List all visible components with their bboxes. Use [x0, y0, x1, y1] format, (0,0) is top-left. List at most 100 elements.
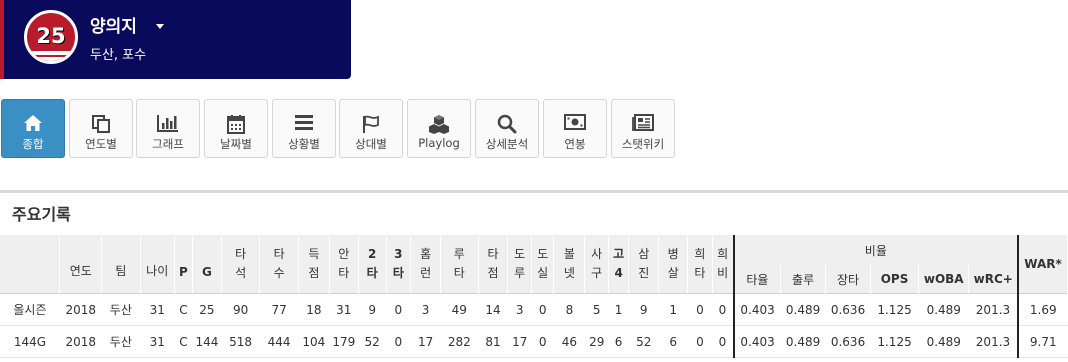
- table-cell: 8: [553, 293, 585, 326]
- table-cell: 444: [259, 325, 299, 358]
- calendar-icon: [205, 114, 267, 134]
- table-cell: 두산: [101, 325, 141, 358]
- col-header: 팀: [101, 235, 141, 294]
- col-header: 연도: [59, 235, 103, 294]
- nav-by-year[interactable]: 연도별: [69, 99, 133, 158]
- player-name[interactable]: 양의지: [90, 12, 137, 37]
- table-cell: 0: [531, 293, 554, 326]
- table-cell: 3: [507, 293, 532, 326]
- table-cell: 29: [584, 325, 609, 358]
- table-cell: 6: [658, 325, 688, 358]
- col-header: 병살: [658, 235, 689, 294]
- col-header: OPS: [870, 265, 920, 294]
- nav-label: Playlog: [418, 136, 460, 150]
- nav-salary[interactable]: 연봉: [543, 99, 607, 158]
- home-icon: [2, 114, 64, 134]
- nav-graph[interactable]: 그래프: [136, 99, 200, 158]
- nav-summary[interactable]: 종합: [1, 99, 65, 158]
- list-icon: [273, 114, 335, 134]
- bar-chart-icon: [137, 114, 199, 134]
- ratio-group-header: 비율: [732, 235, 1019, 265]
- table-cell: 179: [329, 325, 359, 358]
- money-icon: [544, 114, 606, 134]
- newspaper-icon: [612, 114, 674, 134]
- table-cell: 25: [192, 293, 222, 326]
- col-header: 삼진: [628, 235, 660, 294]
- table-cell: 6: [608, 325, 629, 358]
- table-cell: 282: [440, 325, 478, 358]
- row-label-cell: 144G: [0, 325, 60, 358]
- table-cell: C: [174, 325, 193, 358]
- stats-table: 연도 팀 나이 P G 타석 타수 득점 안타 2타 3타 홈런 루타 타점 도…: [0, 235, 1068, 358]
- table-cell: 0: [687, 293, 713, 326]
- table-cell: 1.125: [870, 293, 919, 326]
- col-header: 타석: [221, 235, 261, 294]
- col-header: 홈런: [410, 235, 442, 294]
- table-cell: 0: [712, 293, 734, 326]
- col-header: 3타: [386, 235, 412, 294]
- col-header: 희타: [687, 235, 713, 294]
- table-cell: 0.636: [825, 325, 871, 358]
- table-cell: 0.403: [732, 325, 781, 358]
- nav-by-opponent[interactable]: 상대별: [339, 99, 403, 158]
- col-header-war: WAR*: [1017, 235, 1068, 294]
- col-header: 볼넷: [553, 235, 586, 294]
- table-cell: 104: [298, 325, 330, 358]
- col-header: 나이: [140, 235, 175, 294]
- table-cell: 52: [628, 325, 659, 358]
- table-cell: 0: [687, 325, 713, 358]
- table-cell: 31: [140, 325, 175, 358]
- nav-label: 그래프: [152, 137, 184, 151]
- jersey-number: 25: [36, 24, 66, 48]
- nav-label: 날짜별: [220, 137, 252, 151]
- section-title: 주요기록: [12, 205, 71, 224]
- col-header: 타점: [478, 235, 509, 294]
- table-cell: 17: [507, 325, 532, 358]
- table-cell: 201.3: [968, 293, 1019, 326]
- copy-icon: [70, 114, 132, 134]
- table-cell: 0.489: [918, 293, 969, 326]
- nav-label: 스탯위키: [621, 137, 665, 151]
- stats-table-body: 올시즌 2018 두산 31 C 25 90 77 18 31 9 0 3 49 14 3 0 8 5 1 9 1 0 0 0.…: [0, 293, 1068, 358]
- table-cell: 2018: [59, 325, 102, 358]
- table-cell: 90: [221, 293, 260, 326]
- table-row: 144G 2018 두산 31 C 144 518 444 104 179 52 0 17 282 81 17…: [0, 325, 1068, 358]
- jersey-number-badge: 25: [24, 10, 78, 64]
- nav-label: 상황별: [288, 137, 320, 151]
- table-cell: 31: [140, 293, 175, 326]
- table-cell: C: [174, 293, 193, 326]
- nav-playlog[interactable]: Playlog: [407, 99, 471, 158]
- table-cell: 14: [478, 293, 508, 326]
- col-header: 도실: [531, 235, 555, 294]
- col-header: 고4: [608, 235, 630, 294]
- jersey-stripe: [27, 51, 75, 55]
- nav-by-situation[interactable]: 상황별: [272, 99, 336, 158]
- table-cell: 0: [712, 325, 734, 358]
- col-header: 출루: [780, 265, 827, 294]
- table-cell: 9: [358, 293, 387, 326]
- player-team-position: 두산, 포수: [90, 48, 147, 63]
- table-cell: 1: [608, 293, 629, 326]
- nav-detailed-analysis[interactable]: 상세분석: [475, 99, 539, 158]
- table-cell: 0.636: [825, 293, 871, 326]
- table-cell: 144: [192, 325, 222, 358]
- col-header: 안타: [329, 235, 359, 294]
- col-header: 2타: [358, 235, 387, 294]
- table-cell: 77: [259, 293, 299, 326]
- caret-down-icon[interactable]: [156, 24, 164, 29]
- col-header: 타수: [259, 235, 299, 294]
- table-cell: 1.69: [1017, 293, 1068, 326]
- table-cell: 18: [298, 293, 330, 326]
- table-cell: 0.489: [918, 325, 969, 358]
- nav-by-date[interactable]: 날짜별: [204, 99, 268, 158]
- table-cell: 46: [553, 325, 585, 358]
- row-label-cell: 올시즌: [0, 293, 60, 326]
- table-cell: 52: [358, 325, 387, 358]
- table-cell: 9.71: [1017, 325, 1068, 358]
- nav-label: 연도별: [85, 137, 117, 151]
- table-cell: 0.489: [780, 293, 826, 326]
- col-header: 사구: [584, 235, 609, 294]
- nav-label: 종합: [22, 137, 44, 151]
- nav-stat-wiki[interactable]: 스탯위키: [611, 99, 675, 158]
- col-header: 루타: [440, 235, 479, 294]
